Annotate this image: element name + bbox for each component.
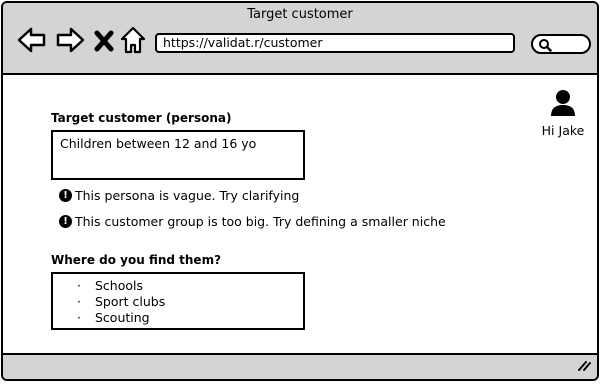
warning-message: ! This customer group is too big. Try de… bbox=[59, 214, 446, 229]
warning-icon: ! bbox=[59, 189, 72, 202]
forward-arrow-icon[interactable] bbox=[55, 25, 85, 55]
where-label: Where do you find them? bbox=[51, 253, 222, 267]
persona-input[interactable]: Children between 12 and 16 yo bbox=[51, 130, 305, 180]
back-arrow-icon[interactable] bbox=[17, 25, 47, 55]
close-x-icon[interactable] bbox=[94, 25, 114, 55]
list-item: Scouting bbox=[53, 310, 303, 326]
user-profile[interactable]: Hi Jake bbox=[533, 89, 593, 138]
list-item: Sport clubs bbox=[53, 294, 303, 310]
page-content: Hi Jake Target customer (persona) Childr… bbox=[3, 75, 597, 356]
search-icon bbox=[539, 39, 552, 52]
window-title: Target customer bbox=[247, 7, 353, 22]
user-greeting: Hi Jake bbox=[541, 123, 585, 138]
user-avatar-icon bbox=[551, 90, 575, 116]
browser-window: Target customer https://validat.r/custom… bbox=[1, 1, 599, 381]
warning-message: ! This persona is vague. Try clarifying bbox=[59, 188, 299, 203]
browser-toolbar: Target customer https://validat.r/custom… bbox=[3, 3, 597, 75]
where-input[interactable]: Schools Sport clubs Scouting bbox=[51, 272, 305, 330]
search-field[interactable] bbox=[531, 34, 591, 54]
url-bar[interactable]: https://validat.r/customer bbox=[155, 33, 515, 53]
persona-label: Target customer (persona) bbox=[51, 111, 232, 125]
warning-icon: ! bbox=[59, 215, 72, 228]
resize-grip-icon[interactable] bbox=[577, 356, 591, 375]
status-bar bbox=[3, 353, 597, 379]
warning-text: This customer group is too big. Try defi… bbox=[75, 214, 446, 229]
list-item: Schools bbox=[53, 278, 303, 294]
where-list: Schools Sport clubs Scouting bbox=[53, 278, 303, 326]
home-icon[interactable] bbox=[120, 25, 146, 55]
warning-text: This persona is vague. Try clarifying bbox=[75, 188, 300, 203]
